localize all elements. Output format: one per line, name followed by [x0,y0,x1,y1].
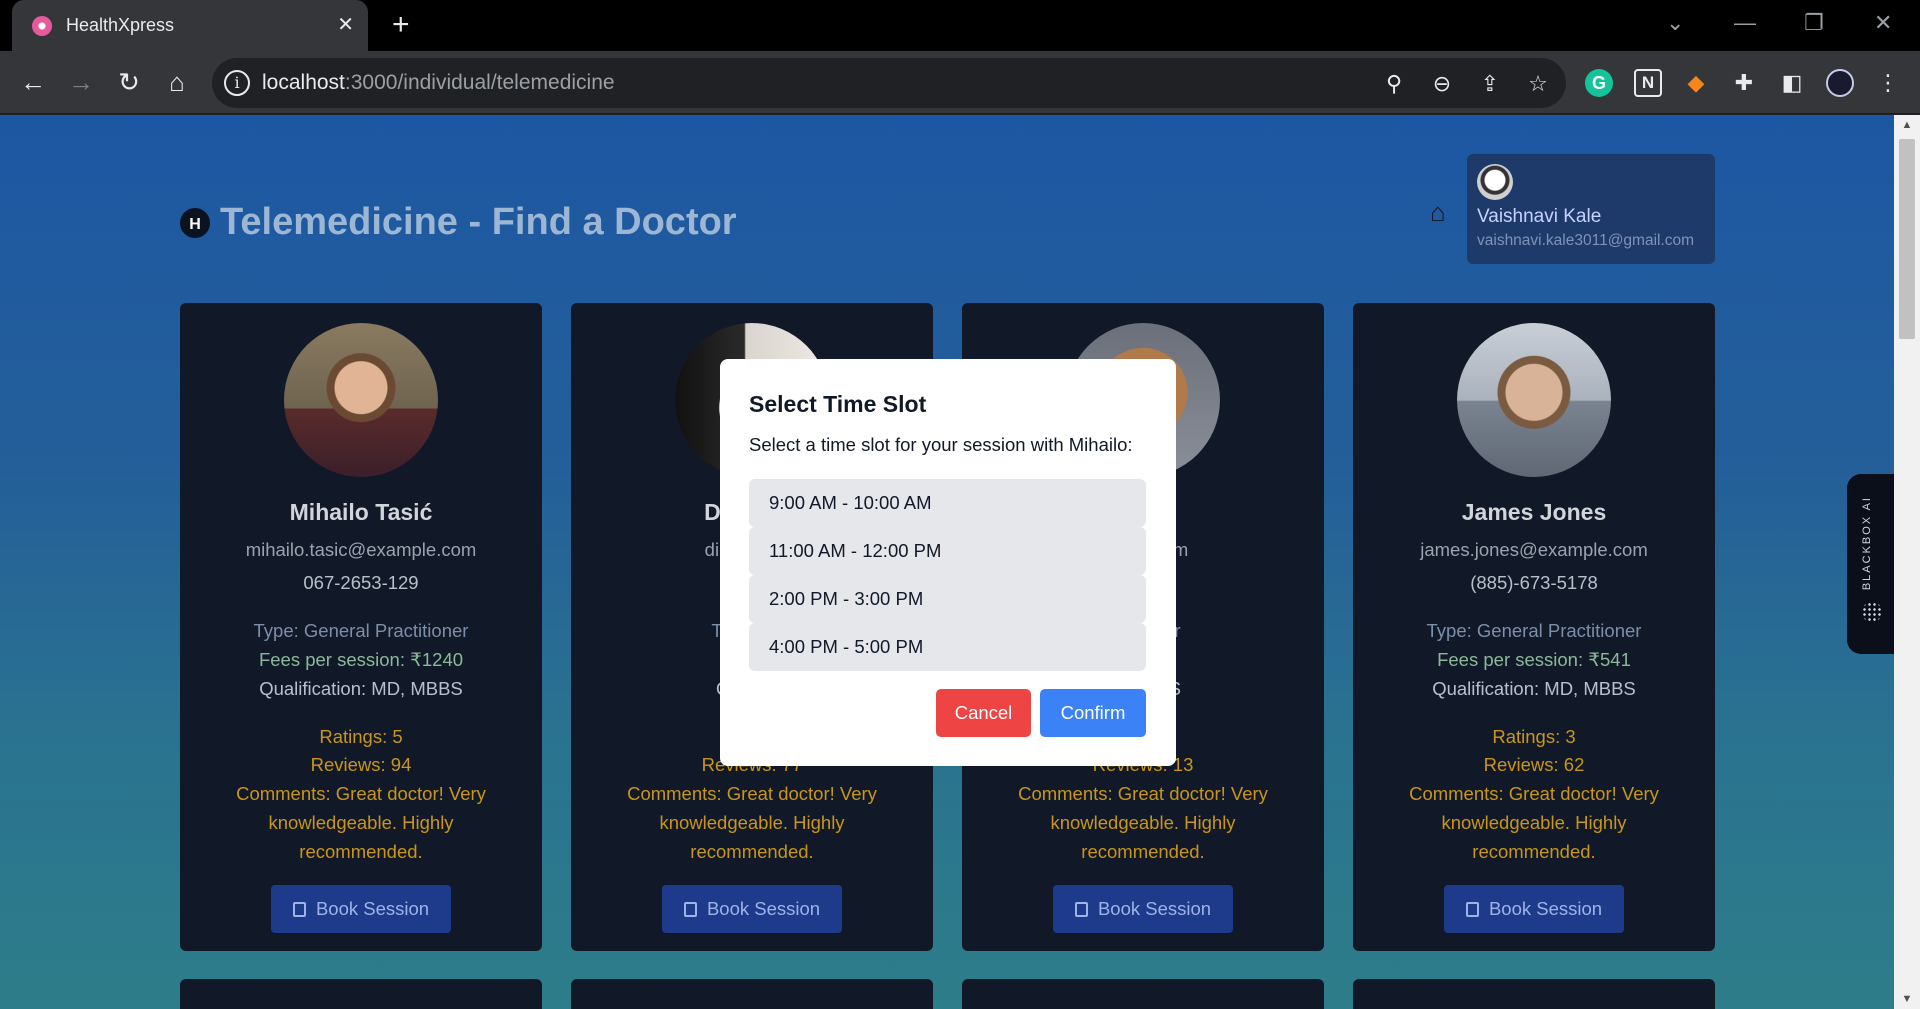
doctor-card-partial [180,979,542,1009]
doctor-card: Mihailo Tasić mihailo.tasic@example.com … [180,303,542,951]
browser-menu-icon[interactable]: ⋮ [1874,69,1902,97]
zoom-icon[interactable]: ⊖ [1428,70,1456,98]
book-session-label: Book Session [1097,898,1212,919]
user-avatar [1477,164,1513,200]
share-icon[interactable]: ⇪ [1476,70,1504,98]
doctor-name: James Jones [1461,499,1607,525]
confirm-button[interactable]: Confirm [1040,689,1146,737]
time-slot-option[interactable]: 2:00 PM - 3:00 PM [749,575,1146,623]
minimize-button[interactable]: — [1734,8,1756,38]
time-slot-modal: Select Time Slot Select a time slot for … [720,359,1176,766]
doctor-card: James Jones james.jones@example.com (885… [1353,303,1715,951]
doctor-reviews: Reviews: 94 [310,754,412,775]
scrollbar-thumb[interactable] [1899,139,1915,339]
new-tab-button[interactable]: + [392,8,410,42]
doctor-email: james.jones@example.com [1420,539,1648,560]
app-logo-icon: H [180,207,210,238]
book-session-button[interactable]: Book Session [271,885,451,933]
doctor-comments: Comments: Great doctor! Very knowledgeab… [1018,783,1268,862]
doctor-card-partial [1353,979,1715,1009]
bookmark-star-icon[interactable]: ☆ [1524,70,1552,98]
time-slot-option[interactable]: 11:00 AM - 12:00 PM [749,527,1146,575]
doctor-card-partial [962,979,1324,1009]
scroll-down-arrow-icon[interactable]: ▼ [1894,989,1920,1009]
blackbox-ai-label: BLACKBOX AI [1861,496,1873,591]
scroll-up-arrow-icon[interactable]: ▲ [1894,115,1920,135]
doctor-comments: Comments: Great doctor! Very knowledgeab… [1409,783,1659,862]
doctor-comments: Comments: Great doctor! Very knowledgeab… [236,783,486,862]
doctor-fees: Fees per session: ₹1240 [258,649,464,670]
page-scrollbar[interactable]: ▲ ▼ [1894,115,1920,1009]
user-name: Vaishnavi Kale [1477,206,1602,227]
tab-title: HealthXpress [66,15,175,35]
doctor-email: mihailo.tasic@example.com [245,539,477,560]
site-favicon-icon [32,16,52,36]
doctor-type: Type: General Practitioner [253,620,469,641]
doctor-comments: Comments: Great doctor! Very knowledgeab… [627,783,877,862]
doctor-name: Mihailo Tasić [289,499,433,525]
metamask-extension-icon[interactable]: ◆ [1682,69,1710,97]
page-header: H Telemedicine - Find a Doctor [180,201,737,244]
user-email: vaishnavi.kale3011@gmail.com [1477,232,1695,249]
tab-close-icon[interactable]: ✕ [337,12,354,38]
doctor-card-partial [571,979,933,1009]
doctor-ratings: Ratings: 5 [319,726,403,747]
browser-tab-strip: HealthXpress ✕ + ⌄ — ❐ ✕ [0,0,1920,51]
extensions-puzzle-icon[interactable]: ✚ [1730,69,1758,97]
doctor-ratings: Ratings: 3 [1492,726,1576,747]
book-session-label: Book Session [1488,898,1603,919]
doctor-qualification: Qualification: MD, MBBS [1432,678,1636,699]
doctor-photo [284,323,438,477]
book-icon [1465,902,1479,917]
doctor-reviews: Reviews: 62 [1483,754,1585,775]
modal-title: Select Time Slot [749,391,927,417]
notion-extension-icon[interactable]: N [1634,69,1662,97]
book-session-label: Book Session [706,898,821,919]
home-nav-icon[interactable]: ⌂ [1430,197,1446,228]
doctor-phone: (885)-673-5178 [1470,572,1598,593]
time-slot-option[interactable]: 4:00 PM - 5:00 PM [749,623,1146,671]
blackbox-ai-tab[interactable]: BLACKBOX AI [1847,474,1897,654]
side-panel-icon[interactable]: ◧ [1778,69,1806,97]
page-title: Telemedicine - Find a Doctor [220,201,737,243]
doctor-fees: Fees per session: ₹541 [1437,649,1631,670]
url-host: localhost [262,71,345,94]
location-pin-icon[interactable]: ⚲ [1380,70,1408,98]
book-icon [1074,902,1088,917]
url-path: :3000/individual/telemedicine [344,71,615,94]
doctor-type: Type: General Practitioner [1426,620,1642,641]
back-arrow-icon[interactable]: ← [16,65,50,99]
site-info-icon[interactable]: i [224,70,250,96]
browser-toolbar: ← → ↻ ⌂ i localhost:3000/individual/tele… [0,51,1920,114]
book-session-button[interactable]: Book Session [1444,885,1624,933]
book-session-button[interactable]: Book Session [662,885,842,933]
address-bar[interactable]: i localhost:3000/individual/telemedicine… [212,58,1566,108]
grammarly-extension-icon[interactable]: G [1585,69,1613,97]
time-slot-option[interactable]: 9:00 AM - 10:00 AM [749,479,1146,527]
url-text[interactable]: localhost:3000/individual/telemedicine [262,71,615,95]
forward-arrow-icon[interactable]: → [64,65,98,99]
book-session-button[interactable]: Book Session [1053,885,1233,933]
doctor-qualification: Qualification: MD, MBBS [259,678,463,699]
tab-search-icon[interactable]: ⌄ [1666,8,1684,38]
browser-tab[interactable]: HealthXpress ✕ [12,0,368,51]
book-icon [683,902,697,917]
modal-subtitle: Select a time slot for your session with… [749,434,1133,455]
user-profile-card[interactable]: Vaishnavi Kale vaishnavi.kale3011@gmail.… [1467,154,1715,264]
doctor-photo [1457,323,1611,477]
cancel-button[interactable]: Cancel [936,689,1031,737]
doctor-phone: 067-2653-129 [303,572,419,593]
book-icon [292,902,306,917]
blackbox-logo-icon [1862,602,1882,622]
home-icon[interactable]: ⌂ [160,65,194,99]
close-window-button[interactable]: ✕ [1874,8,1892,38]
profile-avatar-icon[interactable] [1826,69,1854,97]
reload-icon[interactable]: ↻ [112,65,146,99]
restore-button[interactable]: ❐ [1804,8,1824,38]
book-session-label: Book Session [315,898,430,919]
